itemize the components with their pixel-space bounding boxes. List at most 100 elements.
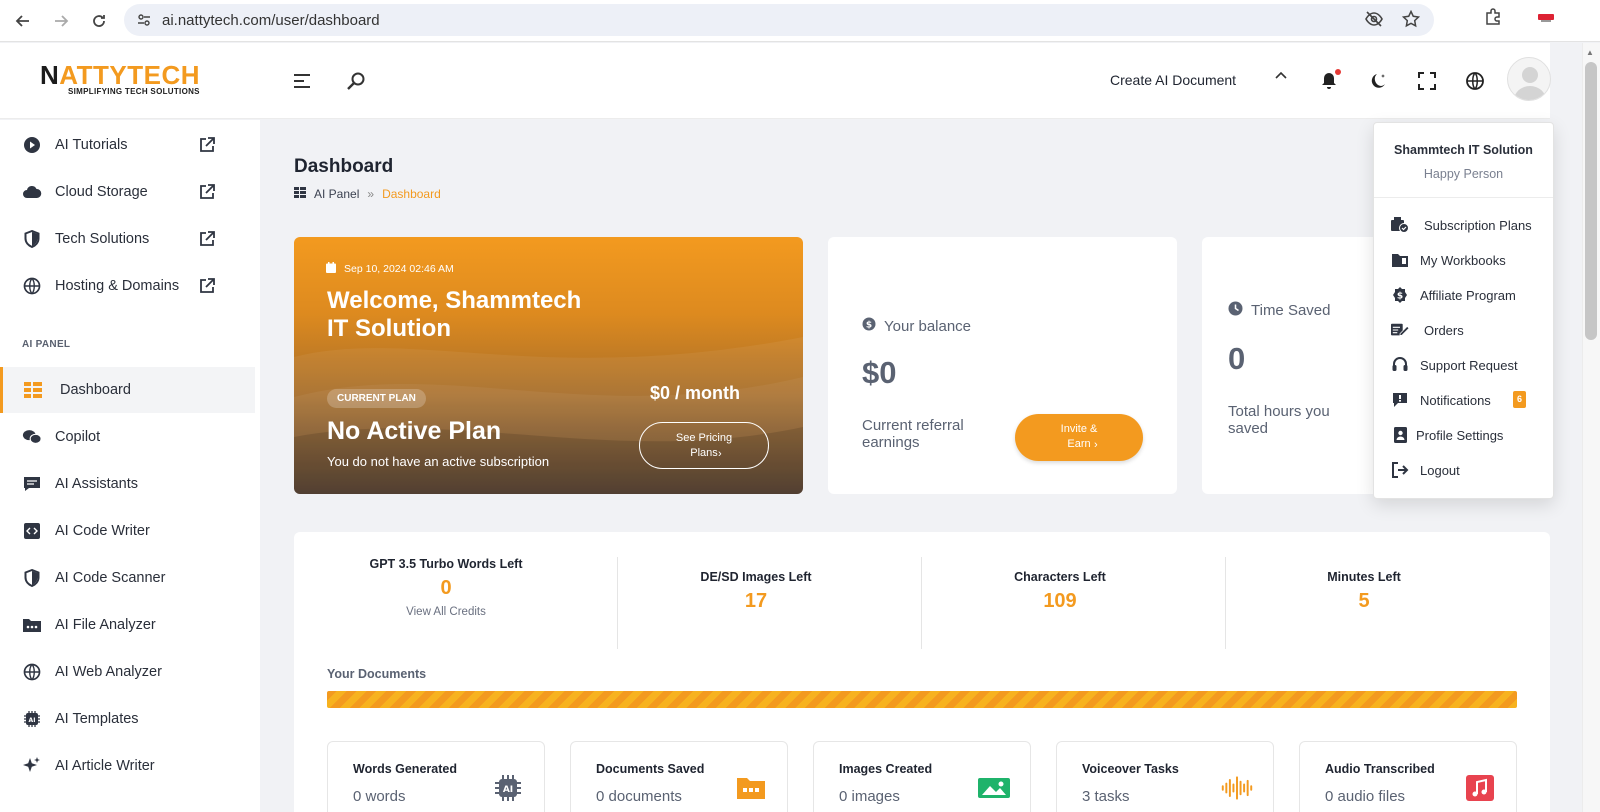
your-documents-title: Your Documents [327,667,427,681]
scrollbar-thumb[interactable] [1585,62,1597,340]
doc-card-value: 3 tasks [1082,788,1130,805]
sidebar-item-ai-code-writer[interactable]: AI Code Writer [0,508,255,554]
sidebar: AI Tutorials Cloud Storage Tech Solution… [0,120,260,812]
sidebar-item-hosting-domains[interactable]: Hosting & Domains [0,263,255,309]
breadcrumb-current: Dashboard [382,187,441,201]
menu-item-logout[interactable]: Logout [1374,455,1553,485]
address-bar[interactable]: ai.nattytech.com/user/dashboard [124,4,1434,36]
image-icon [978,774,1010,802]
menu-item-notifications[interactable]: Notifications 6 [1374,385,1553,415]
doc-card-value: 0 audio files [1325,788,1406,805]
breadcrumb-root[interactable]: AI Panel [314,187,359,201]
bookmark-star-icon[interactable] [1401,9,1421,33]
svg-text:AI: AI [29,717,36,724]
menu-item-subscription-plans[interactable]: Subscription Plans [1374,210,1553,240]
external-link-icon [198,183,216,201]
sidebar-item-label: AI Article Writer [55,758,155,774]
extensions-icon[interactable] [1484,8,1502,31]
sidebar-item-ai-templates[interactable]: AI AI Templates [0,696,255,742]
site-settings-icon[interactable] [136,12,152,28]
menu-item-label: Profile Settings [1416,427,1504,443]
assistant-icon [22,474,42,494]
sidebar-item-ai-article-writer[interactable]: AI Article Writer [0,743,255,789]
notification-icon [1391,391,1409,409]
create-ai-document-button[interactable]: Create AI Document [1110,72,1236,88]
profile-extension-icon[interactable] [1536,9,1556,30]
eye-off-icon[interactable] [1364,10,1384,33]
back-icon[interactable] [6,4,40,38]
time-saved-sub: Total hours you saved [1228,403,1330,437]
notification-bell-icon[interactable] [1317,69,1341,93]
brand-logo[interactable]: NATTYTECH SIMPLIFYING TECH SOLUTIONS [40,60,200,96]
user-avatar[interactable] [1507,57,1551,101]
svg-text:$: $ [1397,292,1403,302]
plan-description: You do not have an active subscription [327,454,550,469]
dark-mode-icon[interactable] [1366,69,1390,93]
view-all-credits-link[interactable]: View All Credits [294,606,598,618]
doc-card-documents: Documents Saved 0 documents [570,741,788,812]
user-role: Happy Person [1423,167,1504,181]
logo-letter: N [40,60,60,90]
search-icon[interactable] [344,69,368,93]
menu-item-label: Subscription Plans [1424,217,1532,233]
code-icon [22,521,42,541]
sidebar-item-ai-tutorials[interactable]: AI Tutorials [0,122,255,168]
invite-earn-button[interactable]: Invite & Earn › [1015,414,1143,461]
svg-text:AI: AI [503,785,513,795]
calendar-icon [326,262,336,276]
shield-half-icon [22,568,42,588]
user-name: Shammtech IT Solution [1394,143,1533,157]
balance-label-text: Your balance [884,317,972,335]
scroll-up-icon[interactable]: ▲ [1586,48,1594,57]
sidebar-item-label: AI Tutorials [55,137,128,153]
sidebar-item-dashboard[interactable]: Dashboard [0,367,255,413]
plan-name: No Active Plan [327,417,502,445]
menu-item-label: Notifications [1420,392,1491,408]
globe-icon [22,662,42,682]
credit-value: 17 [744,590,768,612]
menu-item-profile-settings[interactable]: Profile Settings [1374,420,1553,450]
logo-tagline: SIMPLIFYING TECH SOLUTIONS [68,87,200,96]
doc-card-value: 0 documents [596,788,682,805]
menu-toggle-icon[interactable] [290,69,314,93]
sidebar-item-copilot[interactable]: Copilot [0,414,255,460]
external-link-icon [198,230,216,248]
dollar-badge-icon: $ [1391,286,1409,304]
see-pricing-plans-button[interactable]: See Pricing Plans › [639,422,769,469]
divider [1374,197,1553,198]
time-saved-value: 0 [1228,341,1246,376]
reload-icon[interactable] [82,4,116,38]
doc-card-voiceover: Voiceover Tasks 3 tasks [1056,741,1274,812]
doc-card-label: Documents Saved [596,762,705,776]
balance-label: $ Your balance [862,317,971,335]
sidebar-item-label: AI Templates [55,711,139,727]
current-plan-tag: CURRENT PLAN [327,389,426,408]
forward-icon[interactable] [44,4,78,38]
menu-item-orders[interactable]: Orders [1374,315,1553,345]
sidebar-item-ai-web-analyzer[interactable]: AI Web Analyzer [0,649,255,695]
menu-item-my-workbooks[interactable]: My Workbooks [1374,245,1553,275]
menu-item-affiliate-program[interactable]: $ Affiliate Program [1374,280,1553,310]
external-link-icon [198,277,216,295]
external-link-icon [198,136,216,154]
sidebar-item-ai-file-analyzer[interactable]: AI File Analyzer [0,602,255,648]
balance-value: $0 [862,355,897,390]
sidebar-item-ai-assistants[interactable]: AI Assistants [0,461,255,507]
fullscreen-icon[interactable] [1415,69,1439,93]
chat-icon [22,427,42,447]
shield-icon [22,229,42,249]
sidebar-item-cloud-storage[interactable]: Cloud Storage [0,169,255,215]
menu-item-support-request[interactable]: Support Request [1374,350,1553,380]
credit-label: GPT 3.5 Turbo Words Left [369,557,523,571]
subscription-icon [1391,216,1409,234]
doc-card-label: Images Created [839,762,933,776]
sidebar-item-label: Tech Solutions [55,231,150,247]
chevron-up-icon[interactable] [1274,69,1288,88]
url-text[interactable]: ai.nattytech.com/user/dashboard [162,12,380,29]
credit-characters: Characters Left 109 [908,570,1212,662]
language-globe-icon[interactable] [1463,69,1487,93]
svg-text:$: $ [866,321,872,331]
sidebar-item-ai-code-scanner[interactable]: AI Code Scanner [0,555,255,601]
sidebar-item-tech-solutions[interactable]: Tech Solutions [0,216,255,262]
dollar-coin-icon: $ [862,317,876,335]
